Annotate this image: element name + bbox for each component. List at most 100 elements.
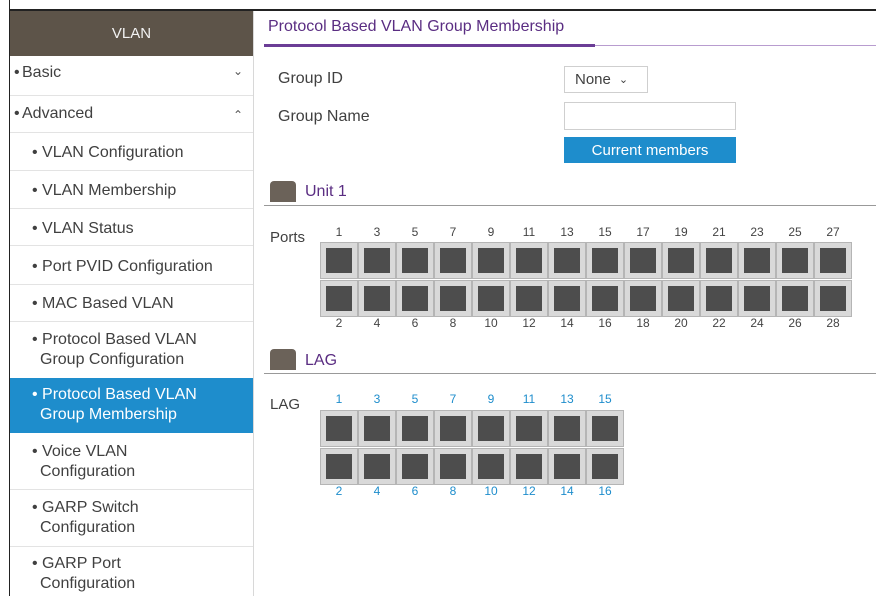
- sidebar-item-label: • GARP Port Configuration: [32, 555, 136, 592]
- sidebar-item-protocol-group-membership[interactable]: • Protocol Based VLAN Group Membership: [10, 378, 253, 433]
- page-title: Protocol Based VLAN Group Membership: [268, 18, 565, 35]
- unit-port-number: 24: [750, 316, 764, 330]
- lag-port-2[interactable]: [320, 448, 358, 485]
- sidebar-item-port-pvid-configuration[interactable]: • Port PVID Configuration: [10, 255, 253, 279]
- unit-port-7[interactable]: [434, 242, 472, 279]
- lag-port-14[interactable]: [548, 448, 586, 485]
- divider: [10, 170, 253, 171]
- divider: [10, 132, 253, 133]
- lag-port-number: 15: [598, 392, 612, 406]
- sidebar-item-vlan-configuration[interactable]: • VLAN Configuration: [10, 141, 253, 165]
- unit-port-number: 12: [522, 316, 536, 330]
- unit-port-number: 2: [335, 316, 343, 330]
- lag-port-16[interactable]: [586, 448, 624, 485]
- lag-port-13[interactable]: [548, 410, 586, 447]
- group-name-input[interactable]: [564, 102, 736, 130]
- sidebar-item-label: • Voice VLAN Configuration: [32, 443, 136, 480]
- sidebar-item-label: • Port PVID Configuration: [32, 258, 213, 275]
- sidebar-item-basic[interactable]: • Basic ⌄: [10, 64, 253, 84]
- unit-port-25[interactable]: [776, 242, 814, 279]
- lag-port-6[interactable]: [396, 448, 434, 485]
- unit-port-26[interactable]: [776, 280, 814, 317]
- lag-port-7[interactable]: [434, 410, 472, 447]
- divider: [10, 321, 253, 322]
- unit-port-5[interactable]: [396, 242, 434, 279]
- section-divider: [264, 373, 876, 374]
- unit-port-28[interactable]: [814, 280, 852, 317]
- unit-port-21[interactable]: [700, 242, 738, 279]
- lag-port-4[interactable]: [358, 448, 396, 485]
- unit-port-11[interactable]: [510, 242, 548, 279]
- lag-port-9[interactable]: [472, 410, 510, 447]
- unit-port-19[interactable]: [662, 242, 700, 279]
- lag-port-number: 5: [411, 392, 419, 406]
- sidebar-item-mac-based-vlan[interactable]: • MAC Based VLAN: [10, 292, 253, 316]
- sidebar-item-label: • VLAN Status: [32, 220, 134, 237]
- lag-port-1[interactable]: [320, 410, 358, 447]
- unit-port-13[interactable]: [548, 242, 586, 279]
- divider: [10, 208, 253, 209]
- lag-port-10[interactable]: [472, 448, 510, 485]
- lag-port-number: 10: [484, 484, 498, 498]
- sidebar-item-garp-switch-configuration[interactable]: • GARP Switch Configuration: [10, 495, 253, 541]
- unit-port-22[interactable]: [700, 280, 738, 317]
- unit-port-number: 17: [636, 225, 650, 239]
- lag-port-number: 7: [449, 392, 457, 406]
- sidebar-item-vlan-status[interactable]: • VLAN Status: [10, 217, 253, 241]
- unit-port-8[interactable]: [434, 280, 472, 317]
- lag-port-number: 12: [522, 484, 536, 498]
- lag-port-number: 14: [560, 484, 574, 498]
- unit-port-18[interactable]: [624, 280, 662, 317]
- unit-port-2[interactable]: [320, 280, 358, 317]
- unit-port-number: 22: [712, 316, 726, 330]
- unit-port-4[interactable]: [358, 280, 396, 317]
- group-id-select[interactable]: None ⌄: [564, 66, 648, 93]
- unit-port-27[interactable]: [814, 242, 852, 279]
- switch-unit-icon: [270, 181, 296, 202]
- unit-port-16[interactable]: [586, 280, 624, 317]
- chevron-up-icon[interactable]: ⌃: [233, 108, 243, 122]
- divider: [10, 284, 253, 285]
- unit-port-12[interactable]: [510, 280, 548, 317]
- unit-port-number: 10: [484, 316, 498, 330]
- sidebar-item-voice-vlan-configuration[interactable]: • Voice VLAN Configuration: [10, 439, 253, 485]
- unit-port-23[interactable]: [738, 242, 776, 279]
- unit-port-number: 16: [598, 316, 612, 330]
- divider: [10, 489, 253, 490]
- current-members-button[interactable]: Current members: [564, 137, 736, 163]
- lag-title: LAG: [305, 352, 338, 369]
- unit-port-number: 7: [449, 225, 457, 239]
- title-underline-extension: [595, 45, 876, 46]
- unit-port-24[interactable]: [738, 280, 776, 317]
- unit-port-17[interactable]: [624, 242, 662, 279]
- sidebar-item-vlan-membership[interactable]: • VLAN Membership: [10, 179, 253, 203]
- group-name-label: Group Name: [278, 108, 370, 125]
- lag-port-8[interactable]: [434, 448, 472, 485]
- unit-port-number: 3: [373, 225, 381, 239]
- unit-port-14[interactable]: [548, 280, 586, 317]
- lag-port-15[interactable]: [586, 410, 624, 447]
- sidebar-item-garp-port-configuration[interactable]: • GARP Port Configuration: [10, 551, 253, 597]
- unit-port-10[interactable]: [472, 280, 510, 317]
- chevron-down-icon[interactable]: ⌄: [233, 64, 243, 78]
- unit-port-number: 1: [335, 225, 343, 239]
- unit-port-3[interactable]: [358, 242, 396, 279]
- sidebar-item-label: • VLAN Membership: [32, 182, 177, 199]
- lag-port-number: 3: [373, 392, 381, 406]
- lag-port-12[interactable]: [510, 448, 548, 485]
- sidebar-item-advanced[interactable]: • Advanced ⌃: [10, 105, 253, 125]
- group-id-label: Group ID: [278, 70, 343, 87]
- unit-port-15[interactable]: [586, 242, 624, 279]
- unit-port-9[interactable]: [472, 242, 510, 279]
- lag-port-number: 8: [449, 484, 457, 498]
- lag-port-5[interactable]: [396, 410, 434, 447]
- unit-port-number: 20: [674, 316, 688, 330]
- group-id-value: None: [575, 71, 611, 88]
- lag-port-11[interactable]: [510, 410, 548, 447]
- lag-port-number: 6: [411, 484, 419, 498]
- sidebar-item-protocol-group-configuration[interactable]: • Protocol Based VLAN Group Configuration: [10, 327, 253, 373]
- unit-port-6[interactable]: [396, 280, 434, 317]
- unit-port-20[interactable]: [662, 280, 700, 317]
- unit-port-1[interactable]: [320, 242, 358, 279]
- lag-port-3[interactable]: [358, 410, 396, 447]
